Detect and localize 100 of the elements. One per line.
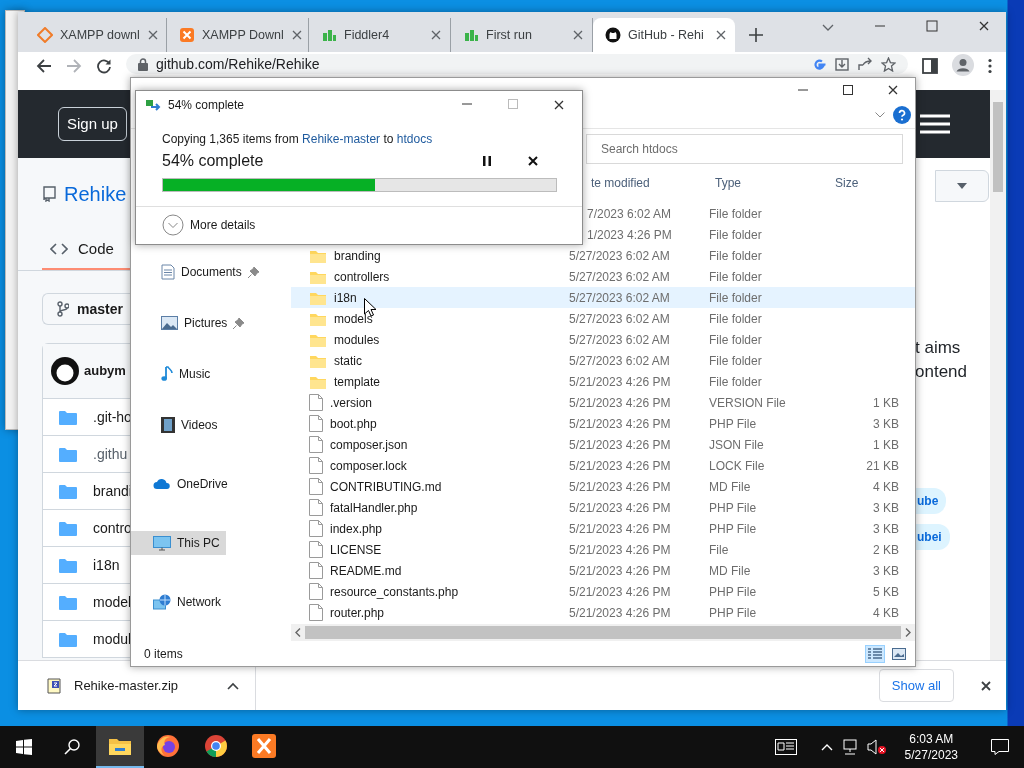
nav-item[interactable]: Pictures xyxy=(131,311,251,335)
bars-logo-icon xyxy=(463,27,479,43)
file-row[interactable]: composer.json 5/21/2023 4:26 PM JSON File 1 KB xyxy=(291,434,915,455)
monitor-icon xyxy=(153,535,171,551)
details-view-button[interactable] xyxy=(865,644,885,663)
sign-up-button[interactable]: Sign up xyxy=(58,106,127,142)
search-icon[interactable] xyxy=(64,739,80,755)
file-row[interactable]: fatalHandler.php 5/21/2023 4:26 PM PHP File 3 KB xyxy=(291,497,915,518)
file-row[interactable]: template 5/21/2023 4:26 PM File folder xyxy=(291,371,915,392)
author-name[interactable]: aubym xyxy=(84,361,126,381)
topic-tag[interactable]: ube xyxy=(915,488,947,514)
scroll-left-icon[interactable] xyxy=(295,628,301,637)
search-field[interactable]: Search htdocs xyxy=(586,134,903,164)
fox-globe-icon[interactable] xyxy=(156,734,180,758)
browser-tab[interactable]: XAMPP downl xyxy=(25,18,167,52)
folder-icon xyxy=(59,520,77,536)
copy-icon xyxy=(146,99,162,112)
file-row[interactable]: static 5/27/2023 6:02 AM File folder xyxy=(291,350,915,371)
chevron-down-icon[interactable] xyxy=(875,111,885,118)
branch-button[interactable]: master xyxy=(42,293,130,325)
file-row[interactable]: resource_constants.php 5/21/2023 4:26 PM PHP File 5 KB xyxy=(291,581,915,602)
circle-logo-icon[interactable] xyxy=(204,734,228,758)
file-row[interactable]: models 5/27/2023 6:02 AM File folder xyxy=(291,308,915,329)
branch-icon xyxy=(57,301,69,317)
back-icon[interactable] xyxy=(36,58,52,74)
file-link[interactable]: modul xyxy=(93,628,130,650)
nav-item[interactable]: Videos xyxy=(131,413,224,437)
browser-tab[interactable]: XAMPP Downl xyxy=(167,18,309,52)
menu-icon[interactable] xyxy=(920,114,950,134)
file-row[interactable]: index.php 5/21/2023 4:26 PM PHP File 3 KB xyxy=(291,518,915,539)
side-panel-icon[interactable] xyxy=(922,58,938,74)
folder-icon[interactable] xyxy=(108,736,132,756)
browser-tab[interactable]: Fiddler4 xyxy=(309,18,451,52)
help-icon[interactable] xyxy=(893,105,911,124)
start-icon[interactable] xyxy=(16,739,32,755)
topic-tag[interactable]: ubei xyxy=(915,524,950,550)
volume-muted-icon[interactable] xyxy=(866,739,887,755)
notification-icon[interactable] xyxy=(991,739,1009,755)
new-tab-icon[interactable] xyxy=(749,28,763,42)
column-header[interactable]: Size xyxy=(829,174,903,192)
file-icon xyxy=(309,520,323,537)
maximize-icon xyxy=(508,99,518,110)
reload-icon[interactable] xyxy=(96,58,112,74)
zip-file-icon xyxy=(46,676,64,695)
caret-up-icon[interactable] xyxy=(227,681,239,690)
taskbar-app-button[interactable] xyxy=(96,726,144,768)
destination-folder-link[interactable]: htdocs xyxy=(396,131,433,146)
file-row[interactable]: README.md 5/21/2023 4:26 PM MD File 3 KB xyxy=(291,560,915,581)
file-link[interactable]: .githu xyxy=(93,443,128,465)
repo-title-link[interactable]: Rehike xyxy=(64,179,127,209)
square-logo-icon[interactable] xyxy=(252,734,276,758)
install-icon[interactable] xyxy=(835,56,850,72)
more-details-link[interactable]: More details xyxy=(190,216,256,235)
nav-item[interactable]: OneDrive xyxy=(131,472,234,496)
network-icon[interactable] xyxy=(840,739,859,755)
close-icon[interactable] xyxy=(978,20,990,32)
source-folder-link[interactable]: Rehike-master xyxy=(302,131,381,146)
folder-icon xyxy=(59,483,77,499)
file-row[interactable]: boot.php 5/21/2023 4:26 PM PHP File 3 KB xyxy=(291,413,915,434)
maximize-icon[interactable] xyxy=(842,84,853,95)
pause-icon[interactable] xyxy=(483,155,491,166)
close-icon[interactable] xyxy=(980,679,992,692)
file-row[interactable]: composer.lock 5/21/2023 4:26 PM LOCK File 21 KB xyxy=(291,455,915,476)
file-row[interactable]: i18n 5/27/2023 6:02 AM File folder xyxy=(291,287,915,308)
file-icon xyxy=(309,604,323,621)
tab-search-icon[interactable] xyxy=(822,24,834,32)
expand-icon[interactable] xyxy=(162,214,184,237)
file-link[interactable]: model xyxy=(93,591,130,613)
file-row[interactable]: router.php 5/21/2023 4:26 PM PHP File 4 KB xyxy=(291,602,915,623)
news-icon[interactable] xyxy=(774,739,797,755)
star-icon[interactable] xyxy=(881,56,896,72)
horizontal-scrollbar[interactable] xyxy=(291,624,915,641)
file-row[interactable]: CONTRIBUTING.md 5/21/2023 4:26 PM MD File 4 KB xyxy=(291,476,915,497)
cancel-icon[interactable] xyxy=(528,155,538,166)
scrollbar[interactable] xyxy=(990,90,1006,660)
file-icon xyxy=(309,562,323,579)
file-row[interactable]: modules 5/27/2023 6:02 AM File folder xyxy=(291,329,915,350)
scroll-right-icon[interactable] xyxy=(905,628,911,637)
clock[interactable]: 6:03 AM 5/27/2023 xyxy=(894,731,968,763)
file-link[interactable]: i18n xyxy=(93,554,120,576)
show-all-button[interactable]: Show all xyxy=(878,668,954,703)
nav-item[interactable]: This PC xyxy=(131,531,226,555)
profile-icon[interactable] xyxy=(952,54,974,76)
nav-item[interactable]: Network xyxy=(131,590,227,614)
file-row[interactable]: controllers 5/27/2023 6:02 AM File folder xyxy=(291,266,915,287)
chevron-up-icon[interactable] xyxy=(820,743,833,751)
google-logo-icon[interactable] xyxy=(812,56,827,72)
download-file-name[interactable]: Rehike-master.zip xyxy=(74,675,179,696)
column-header[interactable]: Type xyxy=(709,174,829,192)
nav-item[interactable]: Documents xyxy=(131,260,265,284)
nav-item[interactable]: Music xyxy=(131,362,217,386)
share-icon[interactable] xyxy=(858,56,873,72)
close-icon[interactable] xyxy=(886,83,899,96)
close-icon[interactable] xyxy=(553,99,565,112)
file-row[interactable]: .version 5/21/2023 4:26 PM VERSION File 1 KB xyxy=(291,392,915,413)
file-row[interactable]: branding 5/27/2023 6:02 AM File folder xyxy=(291,245,915,266)
menu-icon[interactable] xyxy=(988,58,992,74)
browser-tab[interactable]: GitHub - Rehi xyxy=(593,18,735,52)
file-row[interactable]: LICENSE 5/21/2023 4:26 PM File 2 KB xyxy=(291,539,915,560)
close-icon[interactable] xyxy=(715,29,727,41)
